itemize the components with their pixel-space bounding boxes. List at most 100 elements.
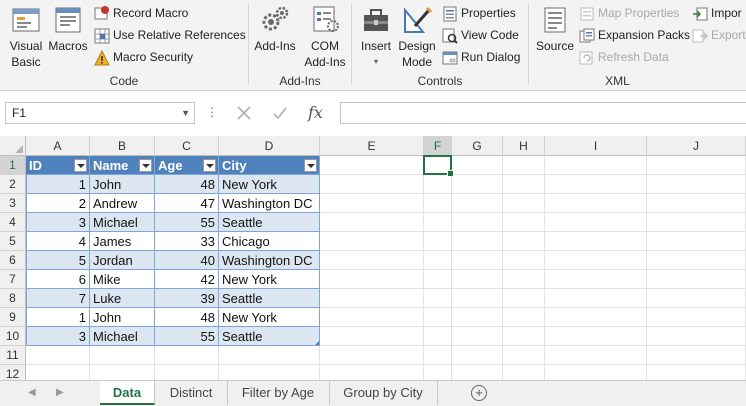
table-cell[interactable]: 4 bbox=[26, 232, 90, 251]
table-cell[interactable]: John bbox=[90, 175, 155, 194]
table-header-cell[interactable]: ID bbox=[26, 156, 90, 175]
properties-button[interactable]: Properties bbox=[442, 3, 516, 23]
cancel-icon[interactable] bbox=[236, 105, 252, 121]
com-addins-button[interactable]: COM Add-Ins bbox=[301, 4, 349, 70]
fill-handle[interactable] bbox=[447, 170, 454, 177]
table-header-cell[interactable]: Name bbox=[90, 156, 155, 175]
filter-dropdown-icon[interactable] bbox=[74, 159, 87, 172]
import-button[interactable]: Impor bbox=[692, 3, 742, 23]
column-header-a[interactable]: A bbox=[26, 136, 90, 156]
worksheet-grid[interactable]: ABCDEFGHIJ 1 2 3 4 5 6 7 8 9 10 11 12 ID Name Age City… bbox=[0, 136, 746, 384]
row-header-11[interactable]: 11 bbox=[0, 346, 26, 365]
table-cell[interactable]: 47 bbox=[155, 194, 219, 213]
export-button[interactable]: Export bbox=[692, 25, 746, 45]
table-cell[interactable]: 42 bbox=[155, 270, 219, 289]
table-cell[interactable]: 55 bbox=[155, 327, 219, 346]
table-cell[interactable]: 48 bbox=[155, 175, 219, 194]
table-cell[interactable]: 48 bbox=[155, 308, 219, 327]
sheet-tab-group-by-city[interactable]: Group by City bbox=[329, 381, 438, 405]
table-resize-handle[interactable] bbox=[315, 341, 319, 345]
sheet-tab-filter-by-age[interactable]: Filter by Age bbox=[227, 381, 330, 405]
table-cell[interactable]: Seattle bbox=[219, 289, 320, 308]
column-header-f[interactable]: F bbox=[424, 136, 452, 156]
column-header-h[interactable]: H bbox=[503, 136, 545, 156]
table-cell[interactable]: Mike bbox=[90, 270, 155, 289]
filter-dropdown-icon[interactable] bbox=[304, 159, 317, 172]
source-button[interactable]: Source bbox=[535, 4, 575, 54]
table-cell[interactable]: New York bbox=[219, 175, 320, 194]
tab-scroll-left-icon[interactable]: ◀ bbox=[28, 387, 36, 398]
use-relative-references-button[interactable]: Use Relative References bbox=[94, 25, 246, 45]
table-cell[interactable]: Chicago bbox=[219, 232, 320, 251]
active-cell-f1[interactable] bbox=[423, 155, 454, 177]
row-header-4[interactable]: 4 bbox=[0, 213, 26, 232]
row-header-3[interactable]: 3 bbox=[0, 194, 26, 213]
column-header-c[interactable]: C bbox=[155, 136, 219, 156]
sheet-tab-distinct[interactable]: Distinct bbox=[155, 381, 228, 405]
formula-input[interactable] bbox=[340, 102, 746, 124]
table-cell[interactable]: 55 bbox=[155, 213, 219, 232]
table-cell[interactable]: 7 bbox=[26, 289, 90, 308]
table-cell[interactable]: 1 bbox=[26, 175, 90, 194]
sheet-tab-data[interactable]: Data bbox=[100, 381, 155, 405]
table-cell[interactable]: Andrew bbox=[90, 194, 155, 213]
table-cell[interactable]: 3 bbox=[26, 213, 90, 232]
table-cell[interactable]: Seattle bbox=[219, 327, 320, 346]
table-cell[interactable]: 5 bbox=[26, 251, 90, 270]
enter-icon[interactable] bbox=[272, 105, 288, 121]
name-box[interactable]: F1 ▼ bbox=[5, 102, 195, 124]
table-cell[interactable]: John bbox=[90, 308, 155, 327]
row-header-1[interactable]: 1 bbox=[0, 156, 26, 175]
table-header-cell[interactable]: City bbox=[219, 156, 320, 175]
table-header-cell[interactable]: Age bbox=[155, 156, 219, 175]
add-sheet-icon[interactable]: + bbox=[471, 385, 487, 401]
insert-button[interactable]: Insert ▾ bbox=[356, 4, 396, 70]
column-header-j[interactable]: J bbox=[647, 136, 746, 156]
design-mode-button[interactable]: Design Mode bbox=[396, 4, 438, 70]
table-cell[interactable]: Washington DC bbox=[219, 194, 320, 213]
row-header-9[interactable]: 9 bbox=[0, 308, 26, 327]
table-cell[interactable]: Washington DC bbox=[219, 251, 320, 270]
select-all-corner[interactable] bbox=[0, 136, 26, 156]
column-header-b[interactable]: B bbox=[90, 136, 155, 156]
table-cell[interactable]: Seattle bbox=[219, 213, 320, 232]
table-cell[interactable]: 40 bbox=[155, 251, 219, 270]
filter-dropdown-icon[interactable] bbox=[203, 159, 216, 172]
table-cell[interactable]: Michael bbox=[90, 213, 155, 232]
row-header-10[interactable]: 10 bbox=[0, 327, 26, 346]
insert-function-icon[interactable]: fx bbox=[308, 103, 323, 122]
visual-basic-button[interactable]: Visual Basic bbox=[4, 4, 48, 70]
table-cell[interactable]: New York bbox=[219, 270, 320, 289]
table-cell[interactable]: 1 bbox=[26, 308, 90, 327]
column-header-i[interactable]: I bbox=[545, 136, 647, 156]
row-header-6[interactable]: 6 bbox=[0, 251, 26, 270]
table-cell[interactable]: 39 bbox=[155, 289, 219, 308]
refresh-data-button[interactable]: Refresh Data bbox=[579, 47, 669, 67]
macros-button[interactable]: Macros bbox=[48, 4, 88, 54]
filter-dropdown-icon[interactable] bbox=[139, 159, 152, 172]
table-cell[interactable]: 2 bbox=[26, 194, 90, 213]
row-header-5[interactable]: 5 bbox=[0, 232, 26, 251]
table-cell[interactable]: Michael bbox=[90, 327, 155, 346]
table-cell[interactable]: 3 bbox=[26, 327, 90, 346]
table-cell[interactable]: 33 bbox=[155, 232, 219, 251]
table-cell[interactable]: James bbox=[90, 232, 155, 251]
row-header-7[interactable]: 7 bbox=[0, 270, 26, 289]
table-cell[interactable]: New York bbox=[219, 308, 320, 327]
addins-button[interactable]: Add-Ins bbox=[251, 4, 299, 54]
name-box-dropdown-icon[interactable]: ▼ bbox=[181, 103, 190, 123]
row-header-8[interactable]: 8 bbox=[0, 289, 26, 308]
column-header-e[interactable]: E bbox=[320, 136, 424, 156]
column-header-g[interactable]: G bbox=[452, 136, 503, 156]
expansion-packs-button[interactable]: Expansion Packs bbox=[579, 25, 690, 45]
macro-security-button[interactable]: Macro Security bbox=[94, 47, 193, 67]
formula-bar-grip-icon[interactable]: ⋮ bbox=[206, 105, 218, 119]
table-cell[interactable]: 6 bbox=[26, 270, 90, 289]
record-macro-button[interactable]: Record Macro bbox=[94, 3, 188, 23]
tab-scroll-right-icon[interactable]: ▶ bbox=[56, 387, 64, 398]
row-header-2[interactable]: 2 bbox=[0, 175, 26, 194]
run-dialog-button[interactable]: Run Dialog bbox=[442, 47, 520, 67]
map-properties-button[interactable]: Map Properties bbox=[579, 3, 679, 23]
table-cell[interactable]: Jordan bbox=[90, 251, 155, 270]
column-header-d[interactable]: D bbox=[219, 136, 320, 156]
